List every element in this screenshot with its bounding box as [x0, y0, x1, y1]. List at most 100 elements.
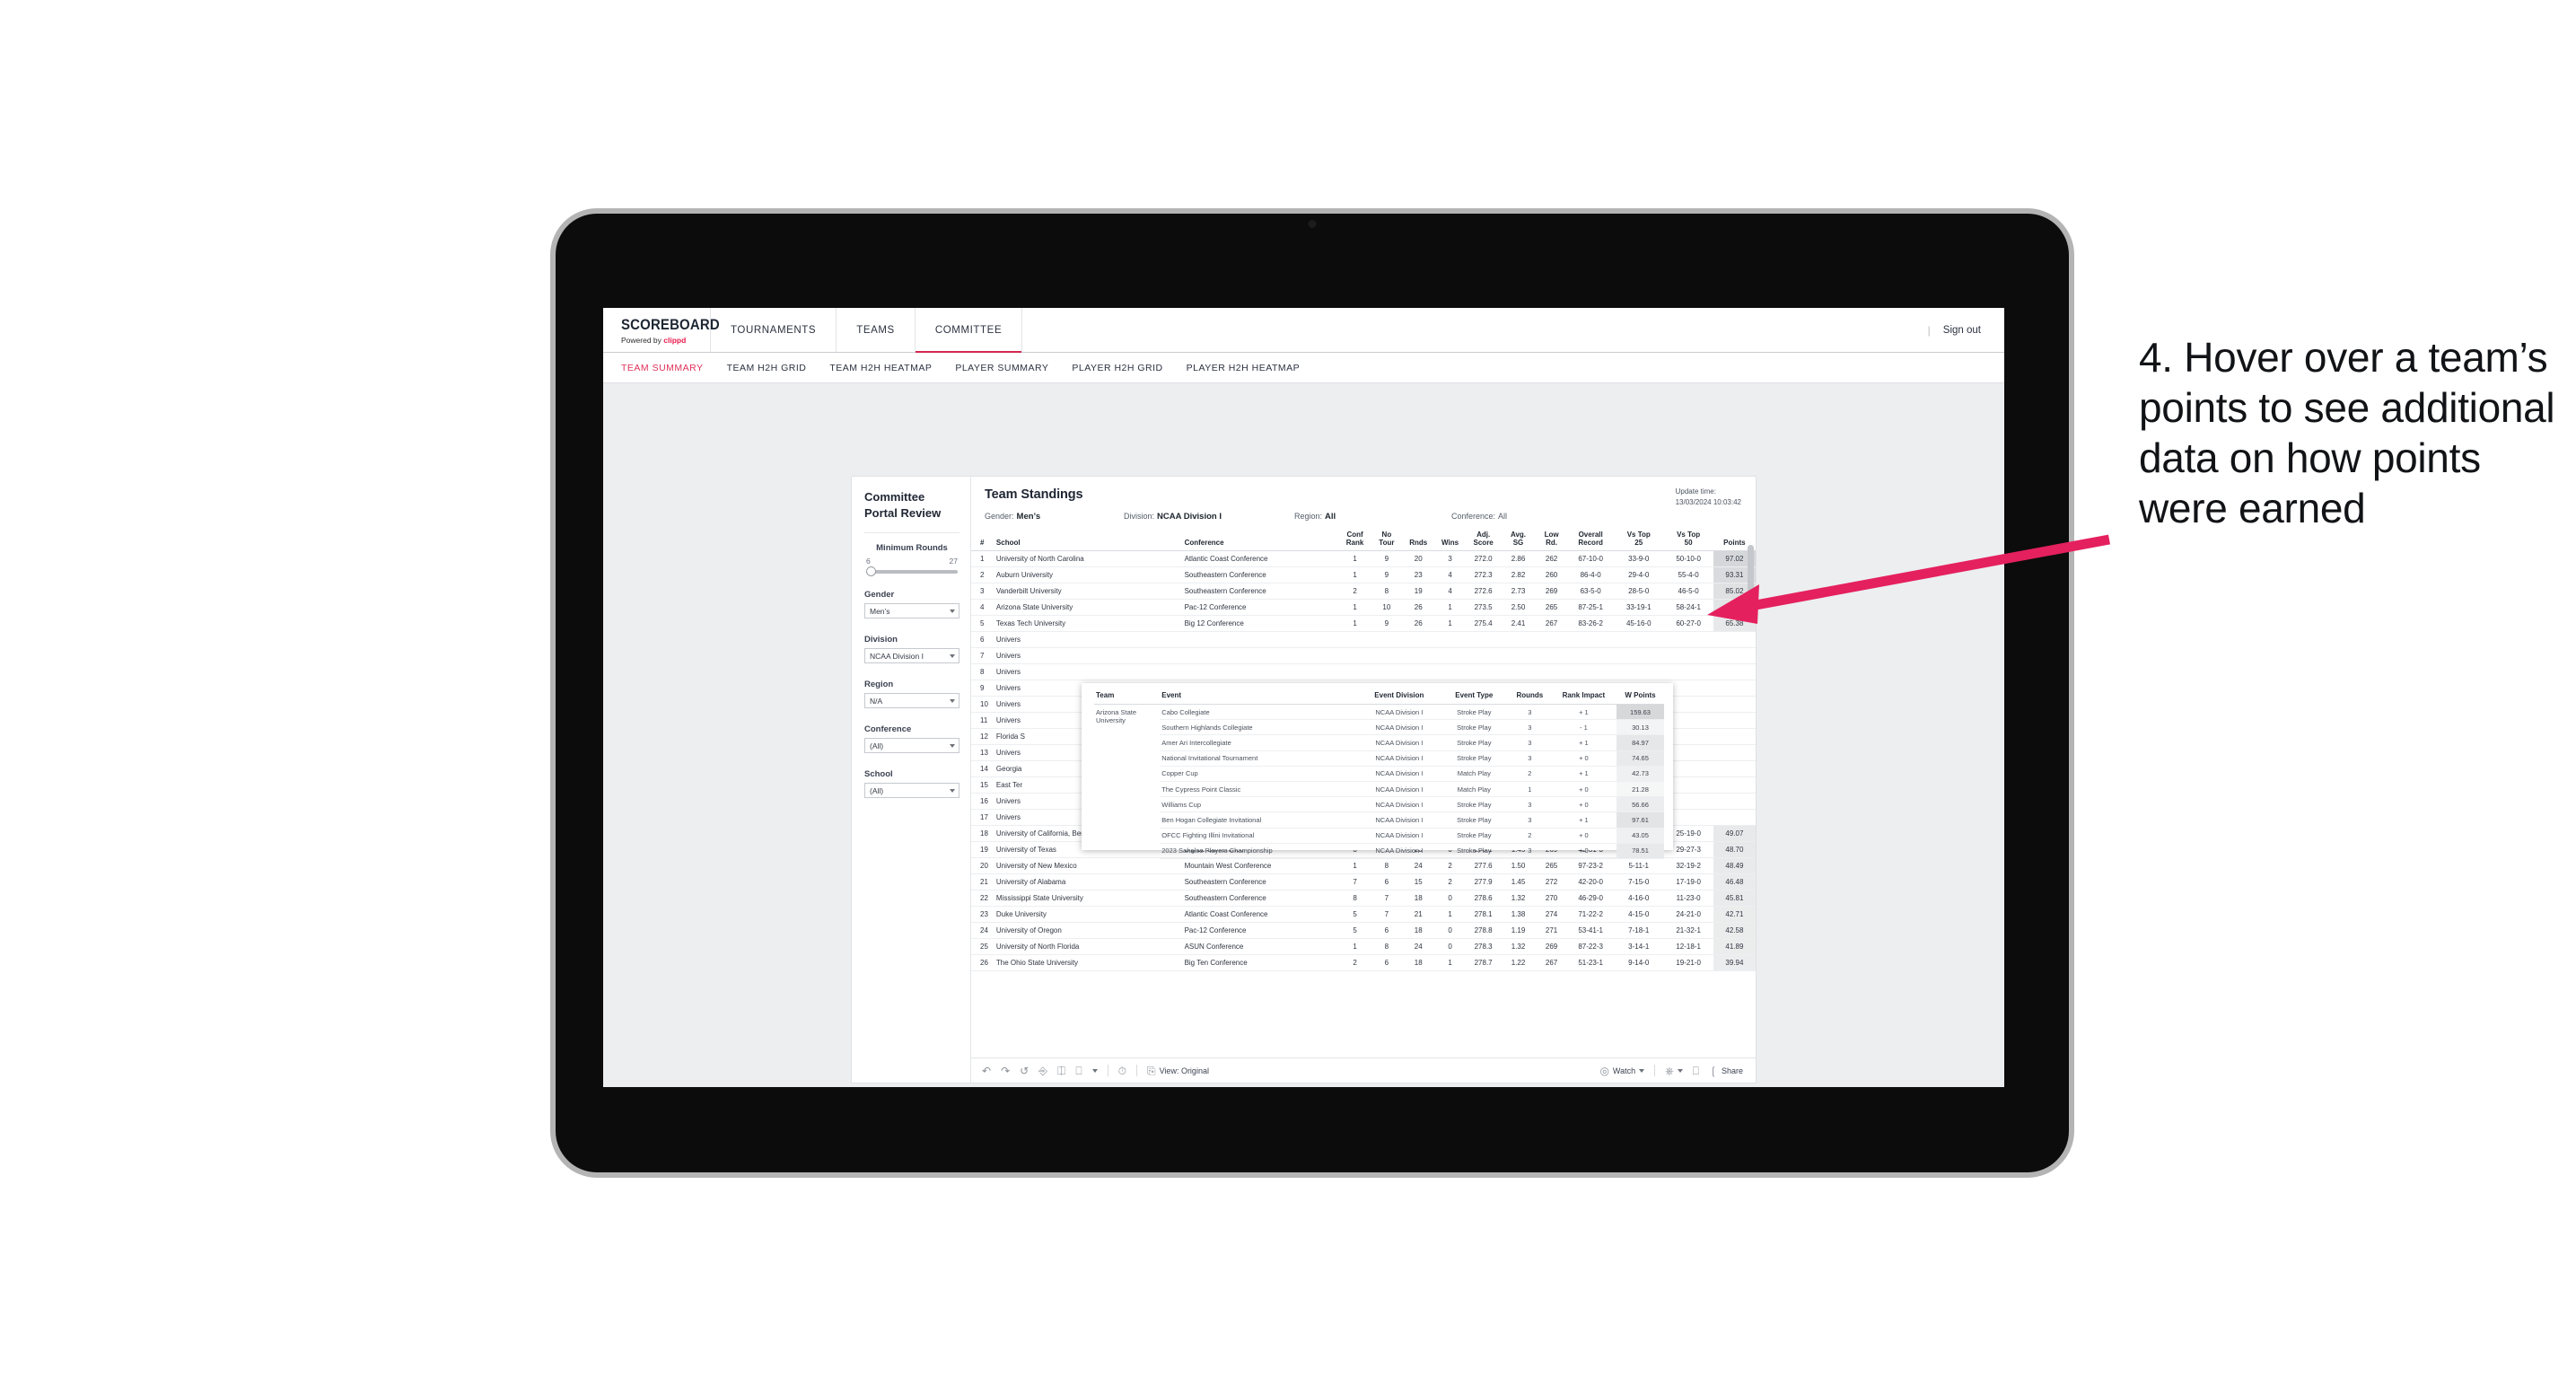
- filter-region-select[interactable]: N/A: [864, 693, 959, 709]
- table-row[interactable]: 4 Arizona State University Pac-12 Conferen…: [971, 599, 1756, 617]
- table-row[interactable]: 1 University of North Carolina Atlantic Co…: [971, 550, 1756, 568]
- view-original-button[interactable]: ⎘ View: Original: [1147, 1066, 1209, 1076]
- col-school[interactable]: School: [994, 531, 1183, 552]
- col-rank[interactable]: #: [971, 531, 994, 552]
- col-no-tour[interactable]: No Tour: [1371, 531, 1403, 552]
- cell-points[interactable]: 42.71: [1713, 906, 1756, 924]
- nav-item-tournaments[interactable]: TOURNAMENTS: [711, 308, 837, 352]
- chevron-down-icon[interactable]: [1091, 1068, 1098, 1073]
- cell-points[interactable]: 48.49: [1713, 857, 1756, 875]
- col-vs-top-25[interactable]: Vs Top 25: [1614, 531, 1664, 552]
- col-low-rd[interactable]: Low Rd.: [1535, 531, 1568, 552]
- table-row[interactable]: 26 The Ohio State University Big Ten Confe…: [971, 954, 1756, 972]
- brand-sub-name: clippd: [663, 335, 687, 345]
- col-overall-record[interactable]: Overall Record: [1567, 531, 1615, 552]
- table-row[interactable]: 24 University of Oregon Pac-12 Conference 5…: [971, 922, 1756, 940]
- col-rnds[interactable]: Rnds: [1402, 531, 1434, 552]
- filter-school-label: School: [864, 769, 893, 780]
- tooltip-w-points-value: 97.61: [1617, 812, 1664, 828]
- col-conf-rank[interactable]: Conf Rank: [1338, 531, 1371, 552]
- pause-auto-update-icon[interactable]: ⎅: [1057, 1066, 1066, 1076]
- share-button[interactable]: ❲ Share: [1709, 1066, 1743, 1076]
- dashboard-canvas: Committee Portal Review Minimum Rounds 6…: [603, 384, 2004, 1087]
- col-conference-l1: Conference: [1184, 539, 1224, 548]
- tab-player-h2h-heatmap[interactable]: PLAYER H2H HEATMAP: [1187, 363, 1300, 373]
- table-row[interactable]: 22 Mississippi State University Southeaste…: [971, 890, 1756, 908]
- cell-school: Auburn University: [994, 566, 1183, 584]
- cell-vs-top-50: 32-19-2: [1663, 857, 1713, 875]
- tooltip-rounds: 3: [1508, 796, 1551, 813]
- chevron-down-icon: [950, 698, 955, 703]
- tab-team-summary[interactable]: TEAM SUMMARY: [621, 363, 704, 373]
- filter-school-select[interactable]: (All): [864, 783, 959, 799]
- refresh-icon[interactable]: ⎆: [1038, 1066, 1047, 1076]
- nav-item-committee[interactable]: COMMITTEE: [915, 308, 1023, 353]
- table-row[interactable]: 21 University of Alabama Southeastern Conf…: [971, 873, 1756, 891]
- points-value: 48.70: [1713, 842, 1756, 857]
- table-row[interactable]: 6 Univers: [971, 631, 1756, 649]
- tab-player-summary[interactable]: PLAYER SUMMARY: [955, 363, 1048, 373]
- minimum-rounds-slider[interactable]: [866, 566, 958, 577]
- cell-conf-rank: 1: [1338, 550, 1371, 568]
- cell-points[interactable]: 48.70: [1713, 841, 1756, 859]
- table-row[interactable]: 2 Auburn University Southeastern Conferenc…: [971, 566, 1756, 584]
- revert-icon[interactable]: ↺: [1020, 1066, 1029, 1076]
- tooltip-rank-impact: - 1: [1550, 719, 1617, 736]
- table-row[interactable]: 8 Univers: [971, 663, 1756, 681]
- cell-overall-record: 86-4-0: [1567, 566, 1615, 584]
- sub-navigation-bar: TEAM SUMMARY TEAM H2H GRID TEAM H2H HEAT…: [603, 353, 2004, 383]
- tooltip-event-division: NCAA Division I: [1359, 796, 1440, 813]
- table-row[interactable]: 20 University of New Mexico Mountain West …: [971, 857, 1756, 875]
- table-row[interactable]: 3 Vanderbilt University Southeastern Confe…: [971, 583, 1756, 601]
- brand-logo[interactable]: SCOREBOARD Powered by clippd: [603, 308, 720, 352]
- tab-player-h2h-grid[interactable]: PLAYER H2H GRID: [1072, 363, 1162, 373]
- tooltip-event-type: Stroke Play: [1439, 843, 1509, 859]
- minimum-rounds-slider-handle[interactable]: [866, 566, 876, 577]
- tooltip-event: OFCC Fighting Illini Invitational: [1160, 828, 1360, 844]
- table-row[interactable]: 7 Univers: [971, 647, 1756, 665]
- col-conference[interactable]: Conference: [1182, 531, 1339, 552]
- cell-wins: 1: [1433, 906, 1467, 924]
- nav-item-teams[interactable]: TEAMS: [837, 308, 916, 352]
- tab-team-h2h-grid[interactable]: TEAM H2H GRID: [727, 363, 807, 373]
- col-avg-sg[interactable]: Avg. SG: [1501, 531, 1536, 552]
- fullscreen-icon[interactable]: ⎕: [1693, 1066, 1699, 1076]
- cell-low-rd: 267: [1535, 954, 1568, 972]
- filter-conference-select[interactable]: (All): [864, 738, 959, 754]
- undo-icon[interactable]: ↶: [982, 1066, 991, 1076]
- clock-history-icon[interactable]: ⏱: [1118, 1066, 1126, 1076]
- cell-avg-sg: 1.50: [1501, 857, 1536, 875]
- cell-conference: Mountain West Conference: [1182, 857, 1339, 875]
- cell-points[interactable]: 45.81: [1713, 890, 1756, 908]
- watch-button[interactable]: ◎ Watch: [1599, 1066, 1645, 1076]
- standings-table-head: # School Conference Conf Rank No Tour Rnds…: [971, 531, 1756, 552]
- filter-conference-label: Conference: [864, 724, 912, 735]
- signout-button[interactable]: Sign out: [1943, 325, 1981, 336]
- col-wins[interactable]: Wins: [1433, 531, 1467, 552]
- cell-points[interactable]: 42.58: [1713, 922, 1756, 940]
- filter-division-select[interactable]: NCAA Division I: [864, 648, 959, 664]
- redo-icon[interactable]: ↷: [1001, 1066, 1010, 1076]
- filter-gender-select[interactable]: Men’s: [864, 603, 959, 619]
- cell-points[interactable]: 46.48: [1713, 873, 1756, 891]
- summary-conference-value: All: [1498, 512, 1508, 521]
- table-row[interactable]: 23 Duke University Atlantic Coast Conferen…: [971, 906, 1756, 924]
- col-adj-score-l1: Adj.: [1476, 531, 1491, 539]
- cell-rank: 7: [971, 647, 994, 665]
- device-layout-icon[interactable]: ⎕: [1075, 1066, 1082, 1076]
- table-row[interactable]: 25 University of North Florida ASUN Confer…: [971, 938, 1756, 956]
- tooltip-rounds: 3: [1508, 734, 1551, 751]
- cell-overall-record: 71-22-2: [1567, 906, 1615, 924]
- tt-col-w-points: W Points: [1617, 691, 1664, 705]
- cell-conference: Southeastern Conference: [1182, 873, 1339, 891]
- cell-points[interactable]: 49.07: [1713, 825, 1756, 843]
- tab-team-h2h-heatmap[interactable]: TEAM H2H HEATMAP: [829, 363, 932, 373]
- col-adj-score[interactable]: Adj. Score: [1466, 531, 1502, 552]
- filter-division-value: NCAA Division I: [870, 651, 924, 661]
- cell-points[interactable]: 41.89: [1713, 938, 1756, 956]
- cell-points[interactable]: 39.94: [1713, 954, 1756, 972]
- summary-conference: Conference: All: [1451, 512, 1507, 522]
- cell-rank: 8: [971, 663, 994, 681]
- table-row[interactable]: 5 Texas Tech University Big 12 Conference 1…: [971, 615, 1756, 633]
- download-button[interactable]: ⎈: [1665, 1066, 1683, 1076]
